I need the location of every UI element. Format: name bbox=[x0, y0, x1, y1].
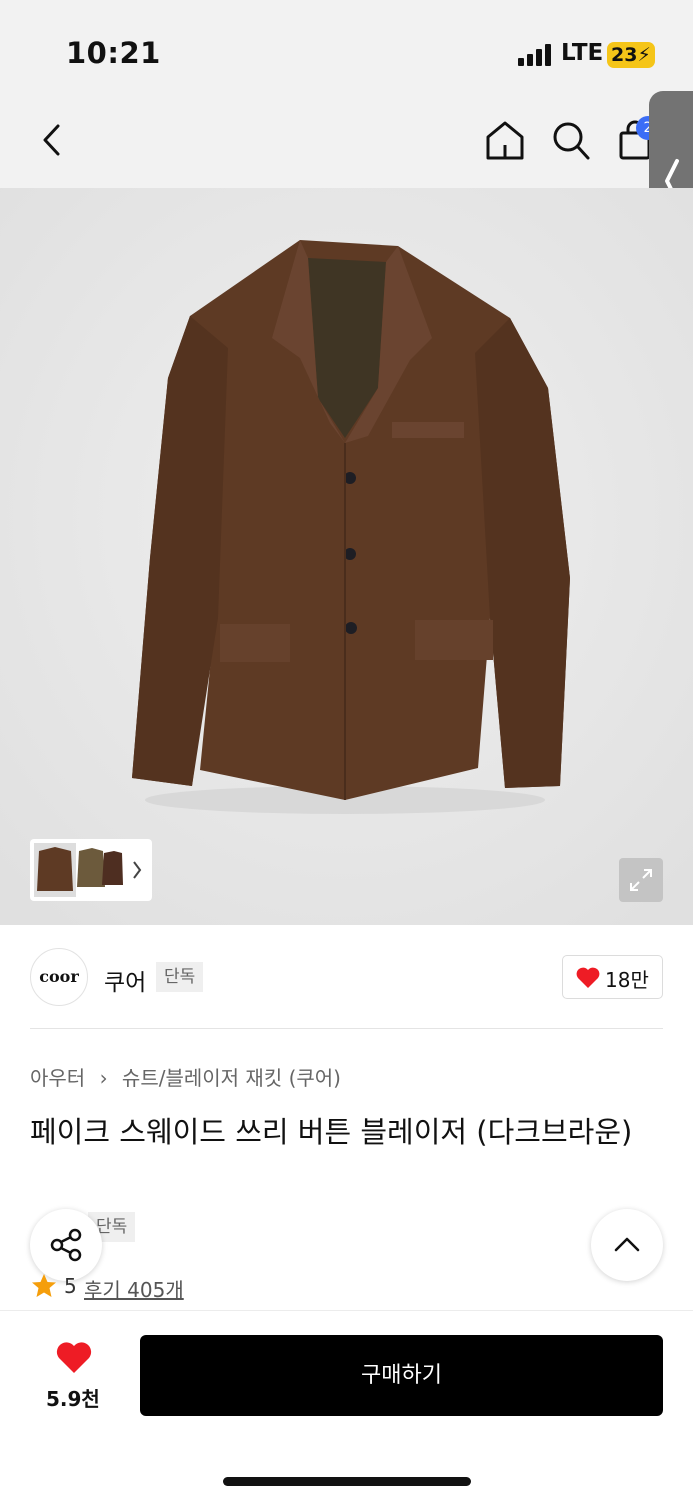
breadcrumb: 아우터 › 슈트/블레이저 재킷 (쿠어) bbox=[30, 1062, 341, 1091]
heart-icon bbox=[576, 967, 600, 988]
thumbnail-strip[interactable] bbox=[30, 839, 152, 901]
product-image[interactable] bbox=[0, 188, 693, 925]
chevron-up-icon bbox=[614, 1237, 640, 1252]
home-icon[interactable] bbox=[484, 118, 526, 162]
breadcrumb-chevron-icon: › bbox=[99, 1066, 108, 1090]
product-title: 페이크 스웨이드 쓰리 버튼 블레이저 (다크브라운) bbox=[30, 1115, 633, 1149]
brand-like-button[interactable]: 18만 bbox=[562, 955, 663, 999]
review-count-link[interactable]: 후기 405개 bbox=[84, 1274, 184, 1303]
like-heart-icon[interactable] bbox=[55, 1341, 93, 1375]
signal-icon bbox=[518, 44, 552, 66]
share-icon bbox=[50, 1228, 82, 1262]
brand-name[interactable]: 쿠어 bbox=[104, 963, 146, 997]
battery-indicator: 23⚡ bbox=[607, 42, 655, 68]
breadcrumb-subcategory[interactable]: 슈트/블레이저 재킷 (쿠어) bbox=[122, 1066, 341, 1090]
jacket-illustration bbox=[0, 188, 693, 925]
home-indicator bbox=[223, 1477, 471, 1486]
bottom-bar: 5.9천 구매하기 bbox=[0, 1310, 693, 1500]
expand-image-button[interactable] bbox=[619, 858, 663, 902]
brand-logo[interactable]: coor bbox=[30, 948, 88, 1006]
rating-score: 5 bbox=[64, 1274, 77, 1298]
product-like-count: 5.9천 bbox=[46, 1387, 100, 1411]
status-bar: 10:21 LTE 23⚡ bbox=[0, 0, 693, 100]
expand-icon bbox=[630, 869, 652, 891]
share-button[interactable] bbox=[30, 1209, 102, 1281]
charging-icon: ⚡ bbox=[637, 44, 651, 66]
brand-row: coor 쿠어 단독 18만 bbox=[0, 925, 693, 1029]
breadcrumb-category[interactable]: 아우터 bbox=[30, 1066, 85, 1090]
status-time: 10:21 bbox=[66, 36, 161, 70]
scroll-top-button[interactable] bbox=[591, 1209, 663, 1281]
star-icon bbox=[32, 1274, 56, 1297]
chevron-right-icon bbox=[133, 861, 142, 879]
divider bbox=[30, 1028, 663, 1029]
search-icon[interactable] bbox=[550, 118, 592, 162]
network-label: LTE bbox=[561, 40, 604, 66]
buy-button[interactable]: 구매하기 bbox=[140, 1335, 663, 1416]
battery-level: 23 bbox=[611, 44, 638, 66]
brand-like-count: 18만 bbox=[605, 968, 649, 992]
color-thumbnails bbox=[34, 843, 142, 897]
exclusive-badge: 단독 bbox=[156, 962, 204, 992]
back-icon[interactable] bbox=[36, 118, 70, 162]
nav-bar bbox=[0, 100, 693, 188]
